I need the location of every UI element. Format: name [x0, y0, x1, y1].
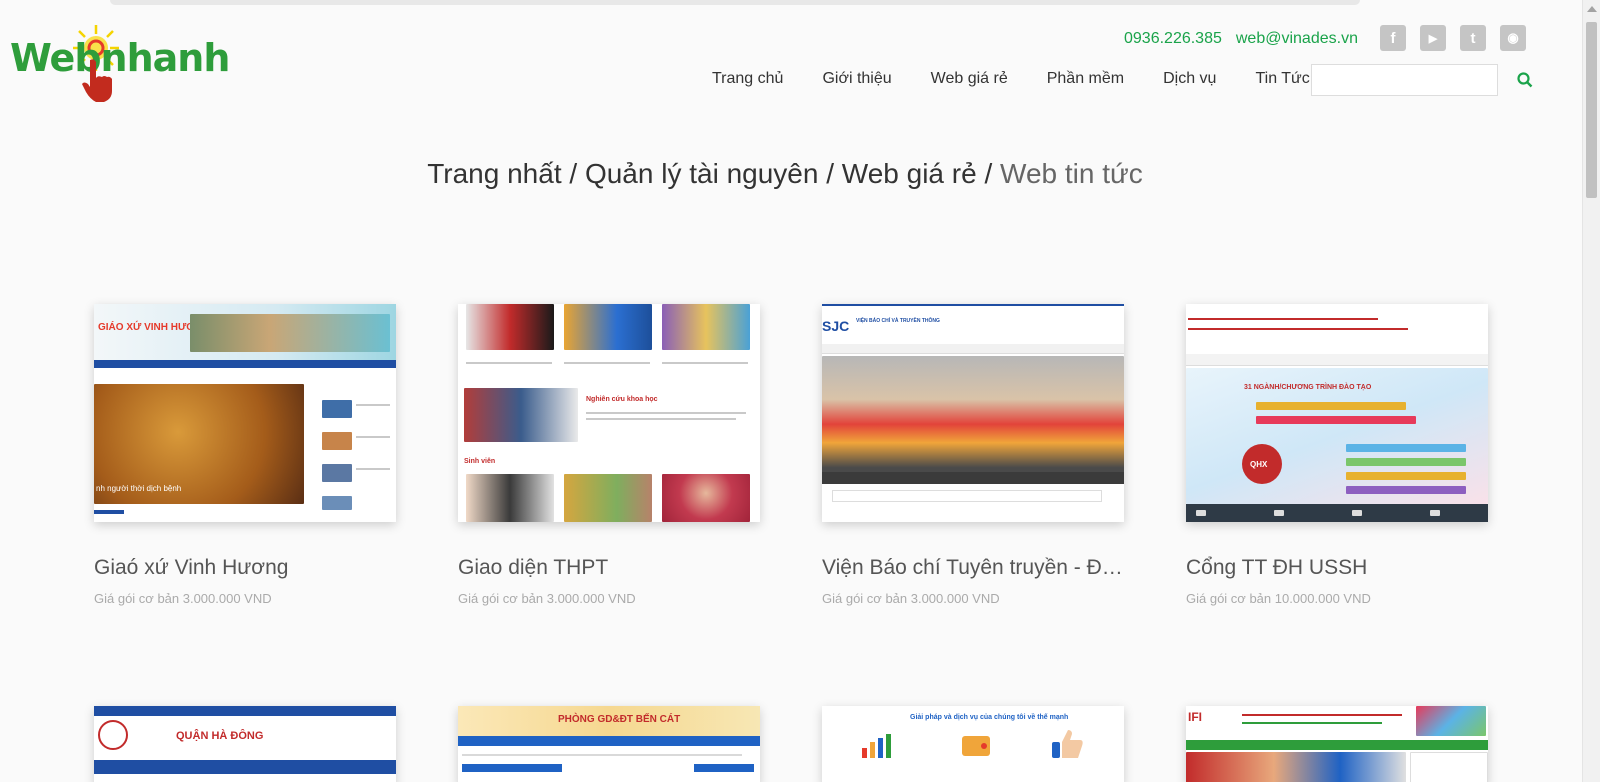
product-card[interactable]: GIÁO XỨ VINH HƯƠNG nh người thời dịch bệ… [94, 304, 396, 606]
thumb-caption: VIỆN BÁO CHÍ VÀ TRUYỀN THÔNG [856, 318, 940, 324]
contact-info: 0936.226.385 web@vinades.vn [1124, 30, 1358, 48]
breadcrumb-item-trang-nhat[interactable]: Trang nhất [427, 158, 561, 189]
product-card[interactable]: IFI [1186, 706, 1488, 782]
twitter-icon[interactable]: t [1460, 25, 1486, 51]
product-card[interactable]: 31 NGÀNH/CHƯƠNG TRÌNH ĐÀO TẠO QHX Cổng T… [1186, 304, 1488, 606]
youtube-icon[interactable]: ▶ [1420, 25, 1446, 51]
breadcrumb: Trang nhất / Quản lý tài nguyên / Web gi… [427, 158, 1143, 189]
product-thumbnail[interactable]: 31 NGÀNH/CHƯƠNG TRÌNH ĐÀO TẠO QHX [1186, 304, 1488, 522]
thumb-banner: Nghiên cứu khoa học [586, 396, 658, 403]
product-price: Giá gói cơ bản 3.000.000 VND [458, 591, 636, 606]
thumb-banner: QUẬN HÀ ĐÔNG [176, 730, 264, 742]
social-links: f ▶ t ◉ [1380, 25, 1526, 51]
product-thumbnail[interactable]: SJC VIỆN BÁO CHÍ VÀ TRUYỀN THÔNG [822, 304, 1124, 522]
thumbs-up-icon [1052, 730, 1083, 758]
chart-icon [862, 734, 891, 758]
breadcrumb-current: Web tin tức [1000, 158, 1143, 189]
product-title[interactable]: Giao diện THPT [458, 556, 768, 580]
logo-hand-icon [82, 59, 112, 102]
product-price: Giá gói cơ bản 10.000.000 VND [1186, 591, 1371, 606]
product-price: Giá gói cơ bản 3.000.000 VND [822, 591, 1000, 606]
thumb-banner: Giải pháp và dịch vụ của chúng tôi về th… [910, 714, 1069, 721]
nav-item-phan-mem[interactable]: Phần mềm [1047, 70, 1124, 88]
product-card[interactable]: QUẬN HÀ ĐÔNG [94, 706, 396, 782]
main-nav: Trang chủ Giới thiệu Web giá rẻ Phần mềm… [712, 70, 1310, 88]
nav-item-gioi-thieu[interactable]: Giới thiệu [822, 70, 891, 88]
product-thumbnail[interactable]: Giải pháp và dịch vụ của chúng tôi về th… [822, 706, 1124, 782]
phone-number[interactable]: 0936.226.385 [1124, 30, 1222, 48]
search-input[interactable] [1311, 64, 1498, 96]
logo-text: Webnhanh [10, 36, 230, 80]
search-icon[interactable] [1516, 71, 1534, 89]
thumb-banner: 31 NGÀNH/CHƯƠNG TRÌNH ĐÀO TẠO [1244, 384, 1372, 391]
thumb-banner: IFI [1188, 710, 1202, 724]
scroll-up-icon[interactable] [1587, 6, 1597, 12]
nav-item-web-gia-re[interactable]: Web giá rẻ [931, 70, 1008, 88]
product-thumbnail[interactable]: IFI [1186, 706, 1488, 782]
nav-item-trang-chu[interactable]: Trang chủ [712, 70, 783, 88]
top-bar [110, 0, 1360, 5]
facebook-icon[interactable]: f [1380, 25, 1406, 51]
product-thumbnail[interactable]: QUẬN HÀ ĐÔNG [94, 706, 396, 782]
product-price: Giá gói cơ bản 3.000.000 VND [94, 591, 272, 606]
breadcrumb-item-quan-ly-tai-nguyen[interactable]: Quản lý tài nguyên [585, 158, 819, 189]
product-title[interactable]: Giaó xứ Vinh Hương [94, 556, 404, 580]
breadcrumb-item-web-gia-re[interactable]: Web giá rẻ [842, 158, 977, 189]
product-card[interactable]: Giải pháp và dịch vụ của chúng tôi về th… [822, 706, 1124, 782]
scrollbar-thumb[interactable] [1586, 22, 1597, 198]
product-card[interactable]: PHÒNG GD&ĐT BẾN CÁT [458, 706, 760, 782]
product-title[interactable]: Cổng TT ĐH USSH [1186, 556, 1496, 580]
product-thumbnail[interactable]: GIÁO XỨ VINH HƯƠNG nh người thời dịch bệ… [94, 304, 396, 522]
nav-item-dich-vu[interactable]: Dịch vụ [1163, 70, 1216, 88]
logo[interactable]: Webnhanh [10, 18, 230, 102]
browser-top-strip [0, 0, 1570, 8]
product-thumbnail[interactable]: Nghiên cứu khoa học Sinh viên [458, 304, 760, 522]
thumb-caption: QHX [1250, 460, 1268, 469]
thumb-banner: SJC [822, 318, 850, 334]
thumb-caption: Sinh viên [464, 458, 496, 465]
product-card[interactable]: SJC VIỆN BÁO CHÍ VÀ TRUYỀN THÔNG Viện Bá… [822, 304, 1132, 606]
email-address[interactable]: web@vinades.vn [1236, 30, 1358, 48]
wallet-icon [962, 736, 990, 756]
nav-item-tin-tuc[interactable]: Tin Tức [1255, 70, 1309, 88]
thumb-caption: nh người thời dịch bệnh [96, 484, 182, 493]
product-title[interactable]: Viện Báo chí Tuyên truyền - ĐH … [822, 556, 1132, 580]
thumb-banner: PHÒNG GD&ĐT BẾN CÁT [558, 714, 681, 725]
product-card[interactable]: Nghiên cứu khoa học Sinh viên Giao diện … [458, 304, 760, 606]
rss-icon[interactable]: ◉ [1500, 25, 1526, 51]
vertical-scrollbar[interactable] [1582, 0, 1600, 782]
product-thumbnail[interactable]: PHÒNG GD&ĐT BẾN CÁT [458, 706, 760, 782]
